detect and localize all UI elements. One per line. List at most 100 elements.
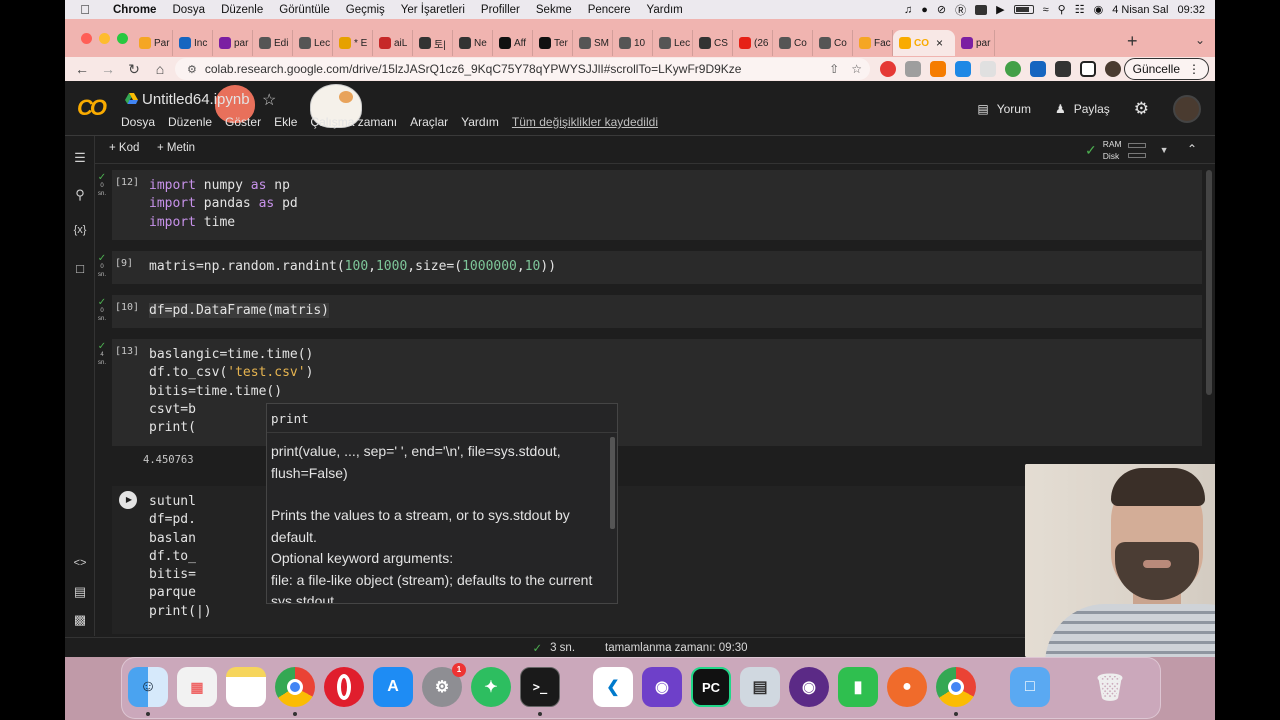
chrome-icon[interactable] (275, 667, 315, 707)
variables-icon[interactable]: {x} (65, 224, 95, 236)
browser-tab[interactable]: Co (773, 30, 813, 56)
browser-tab[interactable]: Ter (533, 30, 573, 56)
bookmark-star-icon[interactable]: ☆ (851, 62, 862, 76)
add-text-button[interactable]: + Metin (157, 142, 195, 154)
sidepanel-icon[interactable] (1080, 61, 1096, 77)
notes-icon[interactable] (226, 667, 266, 707)
trash-icon[interactable]: 🗑 (1090, 667, 1130, 707)
dnd-icon[interactable]: ⊘ (937, 3, 946, 16)
system-settings-icon[interactable]: ⚙ 1 (422, 663, 466, 707)
menu-item-goruntule[interactable]: Görüntüle (271, 4, 338, 16)
siri-icon[interactable]: ◉ (1094, 3, 1104, 16)
star-icon[interactable]: ☆ (262, 90, 276, 110)
opera-icon[interactable] (324, 667, 364, 707)
cell-code[interactable]: sutunl df=pd. baslan df.to_ bitis= parqu… (149, 493, 212, 621)
browser-tab[interactable]: Edi (253, 30, 293, 56)
tab-close-icon[interactable]: × (936, 36, 943, 50)
colab-menu-goster[interactable]: Göster (225, 115, 261, 129)
browser-tab[interactable]: Fac (853, 30, 893, 56)
browser-tab[interactable]: Inc (173, 30, 213, 56)
code-line[interactable]: df=pd. (149, 512, 196, 527)
wordpress-icon[interactable]: Ⓡ (955, 2, 966, 18)
tooltip-scrollbar[interactable] (610, 437, 615, 529)
search-icon[interactable]: ⚲ (1058, 3, 1066, 16)
menu-app-name[interactable]: Chrome (105, 4, 164, 16)
home-icon[interactable]: ⌂ (147, 61, 173, 77)
share-button[interactable]: ♟ Paylaş (1055, 102, 1110, 116)
browser-tab[interactable]: Lec (653, 30, 693, 56)
update-button[interactable]: Güncelle ⋮ (1123, 58, 1209, 80)
menu-item-yardim[interactable]: Yardım (639, 4, 691, 16)
code-line[interactable]: print(|) (149, 604, 212, 619)
browser-tab[interactable]: Aff (493, 30, 533, 56)
colab-menu-araclar[interactable]: Araçlar (410, 115, 448, 129)
code-cell[interactable]: ✓ 0 sn. [12] import numpy as np import p… (98, 170, 1202, 240)
browser-tab[interactable]: Ne (453, 30, 493, 56)
code-line[interactable]: df=pd.DataFrame(matris) (149, 303, 330, 318)
grid-extension-icon[interactable] (980, 61, 996, 77)
browser-tab[interactable]: SM (573, 30, 613, 56)
code-line[interactable]: bitis= (149, 567, 196, 582)
evernote-icon[interactable]: ✦ (471, 667, 511, 707)
extensions-puzzle-icon[interactable] (1055, 61, 1071, 77)
github-desktop-icon[interactable]: ◉ (642, 667, 682, 707)
browser-tab[interactable]: Par (133, 30, 173, 56)
battery-icon[interactable] (1013, 5, 1034, 14)
browser-tab[interactable]: 토| (413, 30, 453, 56)
evernote-extension-icon[interactable] (1005, 61, 1021, 77)
search-icon[interactable]: ⚲ (65, 187, 95, 203)
settings-gear-icon[interactable]: ⚙ (1134, 99, 1149, 119)
code-snippets-icon[interactable]: <> (65, 557, 95, 569)
cell-code[interactable]: matris=np.random.randint(100,1000,size=(… (149, 258, 556, 276)
screen-extension-icon[interactable] (1030, 61, 1046, 77)
evernote-icon[interactable]: ● (921, 4, 928, 16)
screen-recorder-icon[interactable]: ● (887, 667, 927, 707)
browser-tab[interactable]: par (955, 30, 995, 56)
terminal-app-icon[interactable]: >_ (520, 667, 560, 707)
address-bar[interactable]: ⚙ colab.research.google.com/drive/15lzJA… (175, 58, 870, 80)
share-icon[interactable]: ⇧ (829, 62, 839, 76)
browser-tab[interactable]: aiL (373, 30, 413, 56)
opera-extension-icon[interactable] (880, 61, 896, 77)
browser-tab[interactable]: * E (333, 30, 373, 56)
puzzle-extension-icon[interactable] (905, 61, 921, 77)
metamask-icon[interactable] (930, 61, 946, 77)
cell-code[interactable]: import numpy as np import pandas as pd i… (149, 177, 298, 232)
menu-date[interactable]: 4 Nisan Sal (1112, 4, 1168, 16)
chrome-canary-icon[interactable] (936, 667, 976, 707)
url-text[interactable]: colab.research.google.com/drive/15lzJASr… (205, 62, 742, 76)
code-line[interactable]: baslan (149, 531, 196, 546)
menu-time[interactable]: 09:32 (1177, 4, 1205, 16)
terminal-icon[interactable]: ▩ (65, 612, 95, 628)
browser-tab[interactable]: Co (813, 30, 853, 56)
add-code-button[interactable]: + Kod (109, 142, 139, 154)
pen-extension-icon[interactable] (955, 61, 971, 77)
display-icon[interactable] (975, 4, 988, 15)
control-center-icon[interactable]: ☷ (1075, 3, 1085, 16)
back-arrow-icon[interactable]: ← (69, 61, 95, 77)
colab-menu-dosya[interactable]: Dosya (121, 115, 155, 129)
chevron-up-icon[interactable]: ⌃ (1187, 142, 1197, 156)
browser-tab-active[interactable]: CO × (893, 30, 955, 56)
close-window-button[interactable] (81, 33, 92, 44)
forward-arrow-icon[interactable]: → (95, 61, 121, 77)
wifi-icon[interactable]: ≈ (1043, 4, 1049, 16)
colab-menu-yardim[interactable]: Yardım (461, 115, 499, 129)
minimize-window-button[interactable] (99, 33, 110, 44)
preview-icon[interactable]: ▤ (740, 667, 780, 707)
headphones-icon[interactable]: ♫ (904, 4, 912, 16)
cell-code[interactable]: df=pd.DataFrame(matris) (149, 302, 330, 320)
command-palette-icon[interactable]: ▤ (65, 584, 95, 600)
menu-item-pencere[interactable]: Pencere (580, 4, 639, 16)
downloads-folder-icon[interactable]: □ (1010, 667, 1050, 707)
tab-search-chevron-icon[interactable]: ⌄ (1195, 33, 1205, 47)
browser-tab[interactable]: (26 (733, 30, 773, 56)
code-line[interactable]: parque (149, 585, 196, 600)
apple-icon[interactable]:  (65, 2, 105, 17)
more-vert-icon[interactable]: ⋮ (1188, 62, 1200, 76)
run-cell-button[interactable]: ▶ (119, 491, 137, 509)
app-store-icon[interactable]: A (373, 667, 413, 707)
site-settings-icon[interactable]: ⚙ (187, 63, 197, 76)
browser-tab[interactable]: 10 (613, 30, 653, 56)
account-avatar[interactable] (1173, 95, 1201, 123)
